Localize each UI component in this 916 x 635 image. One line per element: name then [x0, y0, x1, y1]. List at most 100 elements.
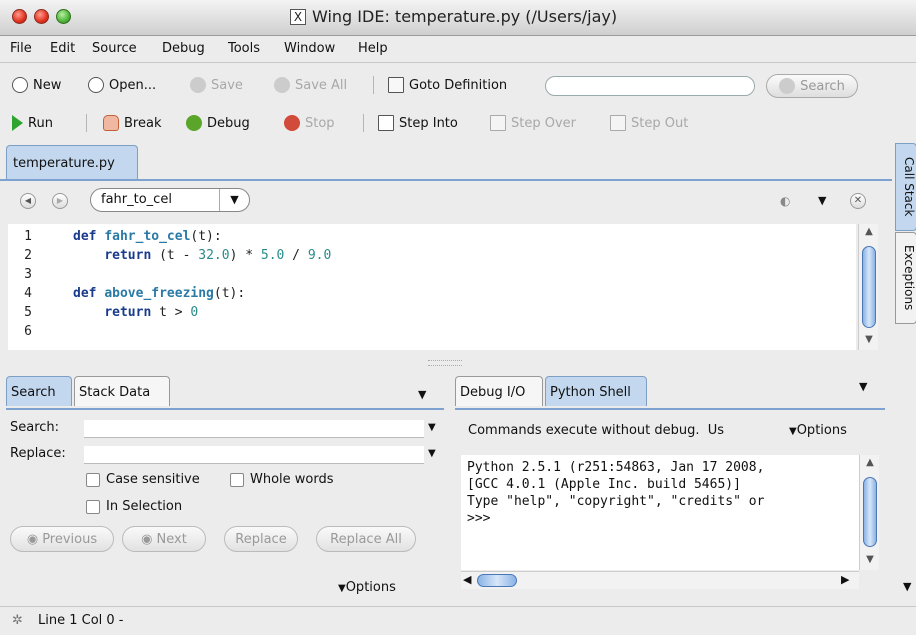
line-number: 4 — [24, 286, 32, 301]
shell-vertical-scrollbar[interactable]: ▲ ▼ — [859, 455, 879, 570]
search-history-chevron-icon[interactable]: ▼ — [428, 422, 436, 433]
case-sensitive-checkbox[interactable] — [86, 473, 100, 487]
scroll-down-arrow-icon[interactable]: ▼ — [862, 334, 876, 345]
menu-debug[interactable]: Debug — [162, 41, 205, 56]
previous-button[interactable]: ◉ Previous — [10, 526, 114, 552]
forward-arrow-icon[interactable]: ▶ — [52, 193, 68, 209]
shell-panel-tabs: Debug I/O Python Shell ▼ — [455, 376, 885, 408]
search-label: Search: — [10, 420, 60, 435]
step-out-icon — [610, 115, 626, 131]
shell-options-dropdown[interactable]: ▼Options — [789, 423, 847, 438]
debug-button[interactable]: Debug — [186, 113, 250, 133]
debug-toolbar: Run Break Debug Stop Step Into Step Over… — [0, 106, 916, 140]
scrollbar-thumb[interactable] — [863, 477, 877, 547]
function-selector[interactable]: fahr_to_cel ▼ — [90, 188, 250, 212]
step-into-icon — [378, 115, 394, 131]
code-editor[interactable]: 1 2 3 4 5 6 def fahr_to_cel(t): return (… — [8, 224, 856, 350]
toolbar-separator — [373, 76, 374, 94]
editor-scrollbar[interactable]: ▲ ▼ — [858, 224, 878, 350]
in-selection-label: In Selection — [106, 499, 183, 514]
scroll-down-arrow-icon[interactable]: ▼ — [863, 554, 877, 565]
window-title: X Wing IDE: temperature.py (/Users/jay) — [290, 7, 617, 26]
options-icon[interactable]: ◐ — [780, 194, 790, 208]
menu-file[interactable]: File — [10, 41, 32, 56]
panel-menu-chevron-icon[interactable]: ▼ — [418, 388, 426, 401]
back-arrow-icon[interactable]: ◀ — [20, 193, 36, 209]
shell-horizontal-scrollbar[interactable]: ◀ ▶ — [461, 571, 859, 589]
cursor-position: Line 1 Col 0 - — [38, 613, 124, 628]
step-out-button[interactable]: Step Out — [610, 113, 688, 133]
panel-menu-chevron-icon[interactable]: ▼ — [903, 580, 911, 593]
break-button[interactable]: Break — [103, 113, 161, 133]
goto-definition-button[interactable]: Goto Definition — [388, 75, 507, 95]
step-over-button[interactable]: Step Over — [490, 113, 576, 133]
scrollbar-thumb[interactable] — [477, 574, 517, 587]
scroll-left-arrow-icon[interactable]: ◀ — [463, 573, 471, 586]
scroll-up-arrow-icon[interactable]: ▲ — [862, 226, 876, 237]
tab-python-shell[interactable]: Python Shell — [545, 376, 647, 406]
editor-menu-chevron-icon[interactable]: ▼ — [818, 194, 826, 207]
step-into-button[interactable]: Step Into — [378, 113, 458, 133]
stop-button[interactable]: Stop — [284, 113, 335, 133]
scrollbar-thumb[interactable] — [862, 246, 876, 328]
tab-search[interactable]: Search — [6, 376, 72, 406]
goto-definition-input[interactable] — [545, 76, 755, 96]
next-icon: ◉ — [141, 531, 153, 547]
in-selection-checkbox[interactable] — [86, 500, 100, 514]
panel-menu-chevron-icon[interactable]: ▼ — [859, 380, 867, 393]
save-all-button[interactable]: Save All — [274, 75, 347, 95]
case-sensitive-label: Case sensitive — [106, 472, 200, 487]
replace-button[interactable]: Replace — [224, 526, 298, 552]
menu-help[interactable]: Help — [358, 41, 388, 56]
search-icon — [779, 78, 796, 94]
line-number: 1 — [24, 229, 32, 244]
line-number: 3 — [24, 267, 32, 282]
bug-icon — [186, 115, 202, 131]
save-button[interactable]: Save — [190, 75, 243, 95]
hand-icon — [103, 115, 119, 131]
tab-debug-io[interactable]: Debug I/O — [455, 376, 543, 406]
code-line: return t > 0 — [104, 305, 199, 320]
open-button[interactable]: Open... — [88, 75, 156, 95]
stop-icon — [284, 115, 300, 131]
menu-edit[interactable]: Edit — [50, 41, 75, 56]
scroll-right-arrow-icon[interactable]: ▶ — [841, 573, 849, 586]
goto-definition-icon — [388, 77, 404, 93]
options-dropdown[interactable]: ▼Options — [338, 580, 396, 595]
toolbar-separator — [363, 114, 364, 132]
replace-history-chevron-icon[interactable]: ▼ — [428, 448, 436, 459]
next-button[interactable]: ◉ Next — [122, 526, 206, 552]
run-button[interactable]: Run — [12, 113, 53, 133]
whole-words-label: Whole words — [250, 472, 334, 487]
replace-label: Replace: — [10, 446, 66, 461]
menu-bar: File Edit Source Debug Tools Window Help — [0, 37, 916, 63]
search-button[interactable]: Search — [766, 74, 858, 98]
tab-stack-data[interactable]: Stack Data — [74, 376, 170, 406]
minimize-window-button[interactable] — [34, 9, 49, 24]
new-button[interactable]: New — [12, 75, 61, 95]
menu-tools[interactable]: Tools — [228, 41, 260, 56]
shell-output[interactable]: Python 2.5.1 (r251:54863, Jan 17 2008, [… — [461, 455, 859, 570]
code-line: def fahr_to_cel(t): — [73, 229, 222, 244]
replace-input[interactable] — [84, 446, 424, 464]
whole-words-checkbox[interactable] — [230, 473, 244, 487]
zoom-window-button[interactable] — [56, 9, 71, 24]
title-bar: X Wing IDE: temperature.py (/Users/jay) — [0, 0, 916, 36]
menu-source[interactable]: Source — [92, 41, 137, 56]
line-number: 2 — [24, 248, 32, 263]
editor-tab-temperature[interactable]: temperature.py — [6, 145, 138, 180]
close-window-button[interactable] — [12, 9, 27, 24]
splitter-handle[interactable] — [428, 360, 462, 366]
replace-all-button[interactable]: Replace All — [316, 526, 416, 552]
close-editor-icon[interactable]: ✕ — [850, 193, 866, 209]
bug-status-icon: ✲ — [12, 613, 23, 628]
menu-window[interactable]: Window — [284, 41, 335, 56]
save-all-icon — [274, 77, 290, 93]
side-tab-exceptions[interactable]: Exceptions — [895, 232, 916, 324]
scroll-up-arrow-icon[interactable]: ▲ — [863, 457, 877, 468]
side-tab-call-stack[interactable]: Call Stack — [895, 143, 916, 231]
search-input[interactable] — [84, 420, 424, 438]
line-number: 6 — [24, 324, 32, 339]
previous-icon: ◉ — [26, 531, 39, 547]
open-file-icon — [88, 77, 104, 93]
